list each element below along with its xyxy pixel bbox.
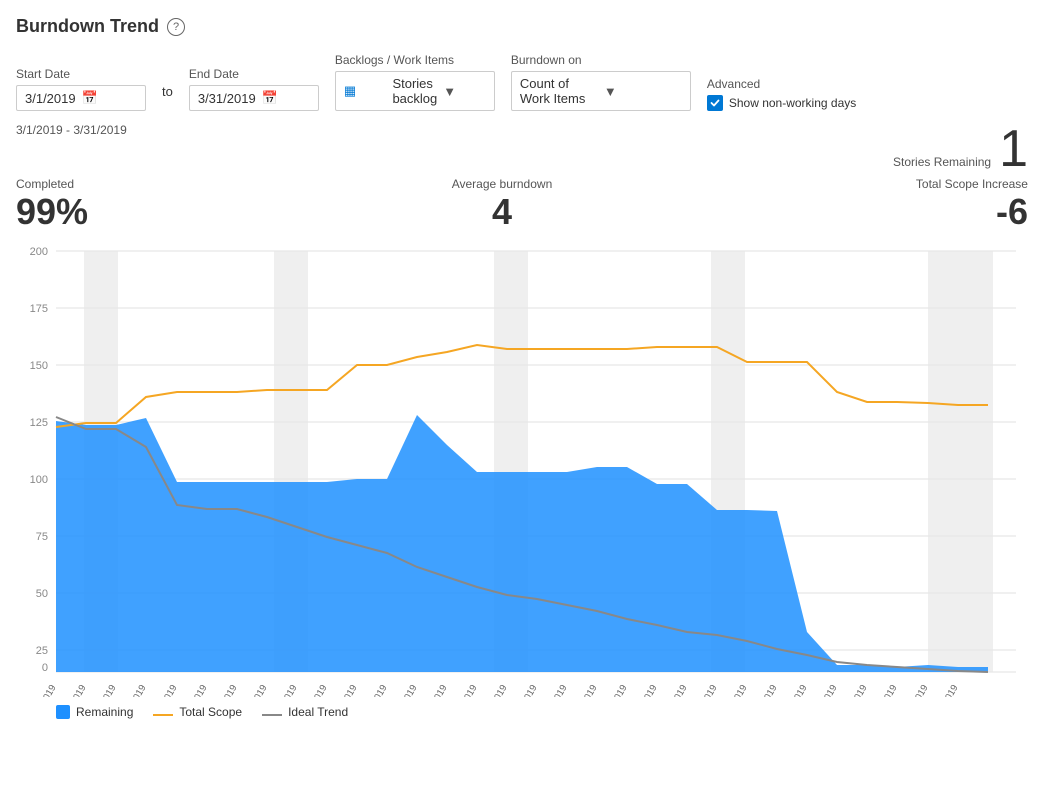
svg-text:3/9/2019: 3/9/2019 — [272, 683, 300, 697]
svg-text:3/10/2019: 3/10/2019 — [299, 683, 330, 697]
backlog-icon: ▦ — [344, 83, 387, 99]
svg-text:3/24/2019: 3/24/2019 — [719, 683, 750, 697]
burndown-value: Count of Work Items — [520, 76, 598, 106]
burndown-dropdown[interactable]: Count of Work Items ▼ — [511, 71, 691, 111]
svg-text:3/20/2019: 3/20/2019 — [599, 683, 630, 697]
svg-text:3/8/2019: 3/8/2019 — [242, 683, 270, 697]
stories-remaining-label: Stories Remaining — [893, 155, 991, 171]
total-scope-label: Total Scope — [179, 705, 242, 719]
advanced-label: Advanced — [707, 77, 856, 91]
completed-value: 99% — [16, 191, 88, 233]
svg-text:3/26/2019: 3/26/2019 — [779, 683, 810, 697]
end-date-value: 3/31/2019 — [198, 91, 256, 106]
svg-text:175: 175 — [30, 303, 48, 315]
end-date-input[interactable]: 3/31/2019 📅 — [189, 85, 319, 111]
avg-burndown-label: Average burndown — [452, 177, 553, 191]
svg-text:3/16/2019: 3/16/2019 — [479, 683, 510, 697]
help-icon[interactable]: ? — [167, 18, 185, 36]
svg-text:3/13/2019: 3/13/2019 — [389, 683, 420, 697]
svg-text:3/27/2019: 3/27/2019 — [809, 683, 840, 697]
stories-remaining-value: 1 — [999, 123, 1028, 175]
svg-text:3/28/2019: 3/28/2019 — [839, 683, 870, 697]
chevron-down-icon: ▼ — [443, 84, 486, 99]
svg-text:3/18/2019: 3/18/2019 — [539, 683, 570, 697]
to-label: to — [162, 84, 173, 107]
show-nonworking-row: Show non-working days — [707, 95, 856, 111]
total-scope-value: -6 — [996, 191, 1028, 233]
svg-text:3/30/2019: 3/30/2019 — [900, 683, 931, 697]
total-scope-color — [153, 714, 173, 716]
chevron-down-icon-2: ▼ — [604, 84, 682, 99]
chart-area: 200 175 150 125 100 75 50 25 0 — [16, 237, 1028, 719]
legend-remaining: Remaining — [56, 705, 133, 719]
backlogs-dropdown[interactable]: ▦ Stories backlog ▼ — [335, 71, 495, 111]
total-scope-label: Total Scope Increase — [916, 177, 1028, 191]
completed-stat: Completed 99% — [16, 177, 88, 233]
page: Burndown Trend ? Start Date 3/1/2019 📅 t… — [0, 0, 1044, 797]
svg-text:3/19/2019: 3/19/2019 — [569, 683, 600, 697]
burndown-group: Burndown on Count of Work Items ▼ — [511, 53, 691, 111]
svg-text:150: 150 — [30, 360, 48, 372]
burndown-chart: 200 175 150 125 100 75 50 25 0 — [16, 237, 1026, 697]
svg-text:3/11/2019: 3/11/2019 — [329, 683, 359, 697]
avg-burndown-stat: Average burndown 4 — [452, 177, 553, 233]
remaining-label: Remaining — [76, 705, 133, 719]
svg-text:3/4/2019: 3/4/2019 — [121, 683, 149, 697]
calendar-icon: 📅 — [82, 90, 98, 106]
top-stats: Completed 99% Average burndown 4 Total S… — [16, 177, 1028, 233]
title-row: Burndown Trend ? — [16, 16, 1028, 37]
svg-text:50: 50 — [36, 588, 48, 600]
ideal-trend-label: Ideal Trend — [288, 705, 348, 719]
svg-text:3/17/2019: 3/17/2019 — [509, 683, 540, 697]
page-title: Burndown Trend — [16, 16, 159, 37]
svg-text:200: 200 — [30, 246, 48, 258]
svg-text:3/15/2019: 3/15/2019 — [449, 683, 480, 697]
svg-text:3/21/2019: 3/21/2019 — [629, 683, 660, 697]
ideal-trend-color — [262, 714, 282, 716]
legend-row: Remaining Total Scope Ideal Trend — [16, 705, 1028, 719]
svg-text:125: 125 — [30, 417, 48, 429]
svg-text:3/1/2019: 3/1/2019 — [31, 683, 59, 697]
completed-label: Completed — [16, 177, 88, 191]
svg-text:3/23/2019: 3/23/2019 — [689, 683, 720, 697]
svg-text:3/22/2019: 3/22/2019 — [659, 683, 690, 697]
backlogs-group: Backlogs / Work Items ▦ Stories backlog … — [335, 53, 495, 111]
backlogs-value: Stories backlog — [392, 76, 437, 106]
svg-text:3/31/2019: 3/31/2019 — [930, 683, 961, 697]
advanced-group: Advanced Show non-working days — [707, 77, 856, 111]
remaining-color — [56, 705, 70, 719]
svg-text:3/3/2019: 3/3/2019 — [91, 683, 119, 697]
end-date-label: End Date — [189, 67, 319, 81]
legend-total-scope: Total Scope — [153, 705, 242, 719]
start-date-group: Start Date 3/1/2019 📅 — [16, 67, 146, 111]
svg-text:3/6/2019: 3/6/2019 — [182, 683, 210, 697]
avg-burndown-value: 4 — [492, 191, 512, 233]
svg-text:75: 75 — [36, 531, 48, 543]
svg-text:3/14/2019: 3/14/2019 — [419, 683, 450, 697]
legend-ideal-trend: Ideal Trend — [262, 705, 348, 719]
end-date-group: End Date 3/31/2019 📅 — [189, 67, 319, 111]
svg-text:3/7/2019: 3/7/2019 — [212, 683, 240, 697]
start-date-value: 3/1/2019 — [25, 91, 76, 106]
total-scope-stat: Total Scope Increase -6 — [916, 177, 1028, 233]
controls-row: Start Date 3/1/2019 📅 to End Date 3/31/2… — [16, 53, 1028, 111]
svg-text:100: 100 — [30, 474, 48, 486]
svg-text:3/25/2019: 3/25/2019 — [749, 683, 780, 697]
start-date-input[interactable]: 3/1/2019 📅 — [16, 85, 146, 111]
svg-text:3/5/2019: 3/5/2019 — [152, 683, 180, 697]
svg-text:0: 0 — [42, 662, 48, 674]
svg-text:3/12/2019: 3/12/2019 — [359, 683, 390, 697]
date-range: 3/1/2019 - 3/31/2019 — [16, 123, 127, 137]
svg-text:25: 25 — [36, 645, 48, 657]
start-date-label: Start Date — [16, 67, 146, 81]
show-nonworking-checkbox[interactable] — [707, 95, 723, 111]
calendar-icon-2: 📅 — [262, 90, 278, 106]
svg-text:3/2/2019: 3/2/2019 — [61, 683, 89, 697]
burndown-label: Burndown on — [511, 53, 691, 67]
backlogs-label: Backlogs / Work Items — [335, 53, 495, 67]
svg-text:3/29/2019: 3/29/2019 — [869, 683, 900, 697]
show-nonworking-label: Show non-working days — [729, 96, 856, 110]
